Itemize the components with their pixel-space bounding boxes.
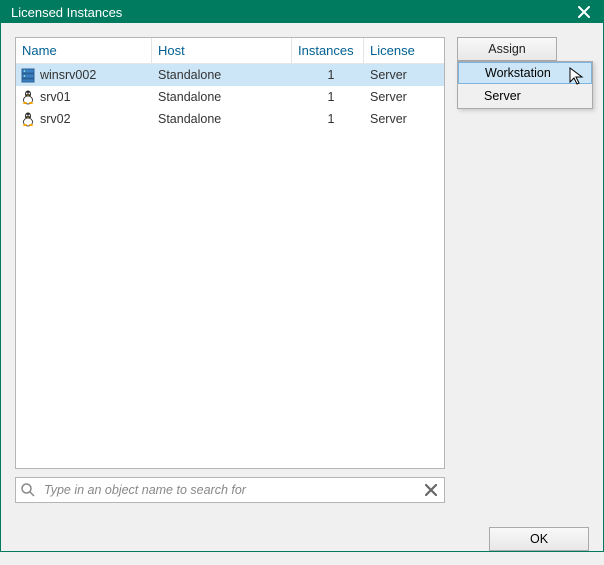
licensed-instances-dialog: Licensed Instances Name Host Instances L… bbox=[0, 0, 604, 552]
table-row[interactable]: srv02 Standalone1Server bbox=[16, 108, 444, 130]
row-name: srv01 bbox=[40, 90, 71, 104]
search-input[interactable] bbox=[42, 480, 416, 500]
instances-grid: Name Host Instances License winsrv002 Sta… bbox=[15, 37, 445, 469]
header-instances[interactable]: Instances bbox=[292, 38, 364, 63]
search-icon bbox=[20, 482, 36, 498]
assign-button[interactable]: Assign bbox=[457, 37, 557, 61]
grid-header: Name Host Instances License bbox=[16, 38, 444, 64]
table-row[interactable]: srv01 Standalone1Server bbox=[16, 86, 444, 108]
dropdown-item-server[interactable]: Server bbox=[458, 84, 592, 108]
window-title: Licensed Instances bbox=[11, 5, 573, 20]
close-icon bbox=[578, 6, 590, 18]
header-license[interactable]: License bbox=[364, 38, 444, 63]
header-name[interactable]: Name bbox=[16, 38, 152, 63]
row-host: Standalone bbox=[152, 86, 292, 108]
dropdown-item-workstation[interactable]: Workstation bbox=[458, 62, 592, 84]
row-license: Server bbox=[364, 108, 444, 130]
titlebar: Licensed Instances bbox=[1, 1, 603, 23]
server-icon bbox=[20, 67, 36, 83]
grid-body: winsrv002 Standalone1Server srv01 Standalon… bbox=[16, 64, 444, 468]
row-name: srv02 bbox=[40, 112, 71, 126]
row-instances: 1 bbox=[292, 86, 364, 108]
linux-icon bbox=[20, 111, 36, 127]
search-clear-button[interactable] bbox=[422, 481, 440, 499]
clear-icon bbox=[425, 484, 437, 496]
side-panel: Assign WorkstationServer bbox=[457, 37, 577, 61]
row-instances: 1 bbox=[292, 64, 364, 86]
table-row[interactable]: winsrv002 Standalone1Server bbox=[16, 64, 444, 86]
row-host: Standalone bbox=[152, 108, 292, 130]
close-button[interactable] bbox=[573, 1, 595, 23]
content-area: Name Host Instances License winsrv002 Sta… bbox=[1, 23, 603, 517]
header-host[interactable]: Host bbox=[152, 38, 292, 63]
ok-button[interactable]: OK bbox=[489, 527, 589, 551]
search-bar bbox=[15, 477, 445, 503]
row-license: Server bbox=[364, 64, 444, 86]
assign-dropdown: WorkstationServer bbox=[457, 61, 593, 109]
footer: OK bbox=[1, 517, 603, 565]
row-host: Standalone bbox=[152, 64, 292, 86]
row-name: winsrv002 bbox=[40, 68, 96, 82]
row-license: Server bbox=[364, 86, 444, 108]
linux-icon bbox=[20, 89, 36, 105]
row-instances: 1 bbox=[292, 108, 364, 130]
